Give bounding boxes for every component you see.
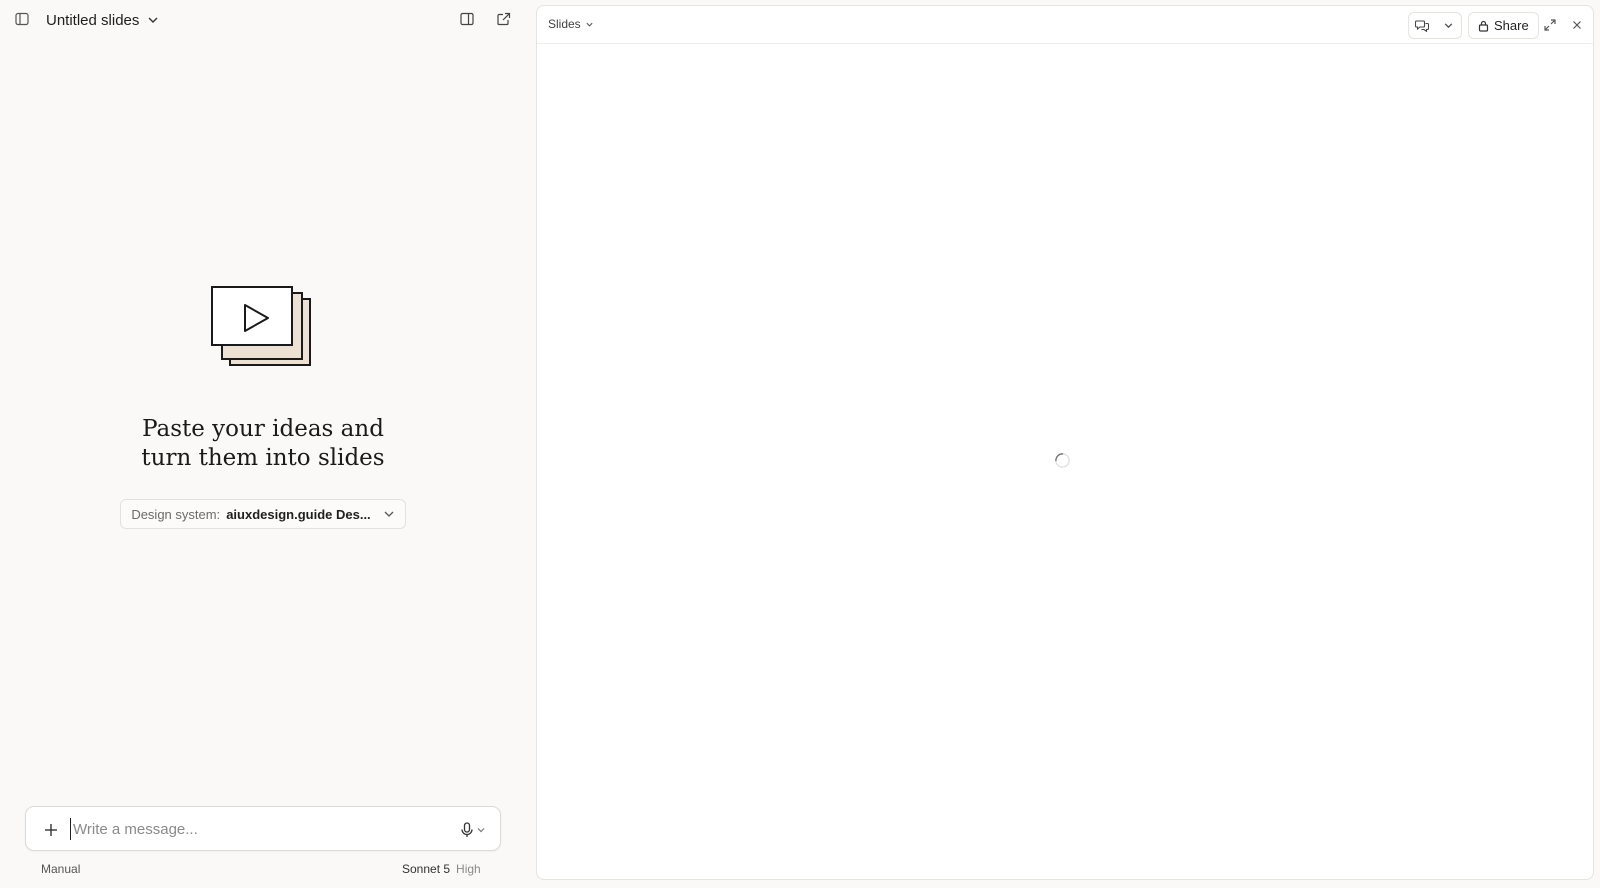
empty-state: Paste your ideas and turn them into slid… — [0, 285, 526, 529]
close-icon — [1573, 21, 1581, 29]
chevron-down-icon — [148, 17, 158, 23]
chevron-down-icon — [477, 828, 485, 833]
message-input[interactable] — [70, 818, 420, 840]
view-selector[interactable]: Slides — [548, 17, 594, 31]
mode-selector[interactable]: Manual — [41, 862, 80, 876]
design-system-select[interactable]: Design system: aiuxdesign.guide Des... — [120, 499, 406, 529]
open-external-icon — [496, 12, 510, 25]
preview-header: Slides Share — [537, 6, 1593, 44]
chevron-down-icon — [586, 22, 593, 27]
model-selector[interactable]: Sonnet 5 High — [402, 862, 481, 876]
design-system-value: aiuxdesign.guide Des... — [226, 506, 371, 522]
chevron-down-icon — [384, 511, 394, 517]
add-attachment-button[interactable] — [38, 817, 64, 843]
view-label: Slides — [548, 17, 581, 31]
message-composer — [25, 806, 501, 851]
comments-options-button[interactable] — [1435, 13, 1461, 38]
loading-spinner-icon — [1055, 453, 1070, 468]
share-label: Share — [1494, 18, 1529, 33]
split-panel-icon — [460, 12, 474, 26]
chat-panel: Untitled slides Paste your ideas and tur… — [0, 0, 536, 888]
open-in-new-button[interactable] — [490, 6, 516, 32]
headline-line-1: Paste your ideas and — [142, 416, 384, 442]
comments-icon — [1415, 20, 1429, 32]
lock-icon — [1478, 20, 1489, 32]
expand-icon — [1544, 19, 1556, 31]
close-preview-button[interactable] — [1564, 12, 1590, 38]
model-name: Sonnet 5 — [402, 862, 451, 876]
expand-button[interactable] — [1537, 12, 1563, 38]
toggle-preview-button[interactable] — [454, 6, 480, 32]
sidebar-icon — [15, 12, 29, 26]
comments-button[interactable] — [1409, 13, 1435, 38]
design-system-label: Design system: — [131, 506, 221, 522]
microphone-icon — [461, 822, 473, 837]
sidebar-toggle-button[interactable] — [9, 6, 35, 32]
comments-control — [1408, 12, 1462, 39]
plus-icon — [45, 824, 57, 836]
document-title-dropdown[interactable]: Untitled slides — [46, 10, 159, 30]
effort-level: High — [456, 862, 481, 876]
slides-illustration — [211, 286, 311, 366]
empty-state-headline: Paste your ideas and turn them into slid… — [103, 415, 423, 473]
document-title: Untitled slides — [46, 11, 140, 29]
chat-topbar: Untitled slides — [0, 0, 536, 40]
voice-options-button[interactable] — [476, 822, 486, 840]
share-button[interactable]: Share — [1468, 12, 1539, 39]
headline-line-2: turn them into slides — [141, 445, 385, 471]
preview-panel: Slides Share — [536, 5, 1594, 880]
chevron-down-icon — [1444, 23, 1452, 29]
